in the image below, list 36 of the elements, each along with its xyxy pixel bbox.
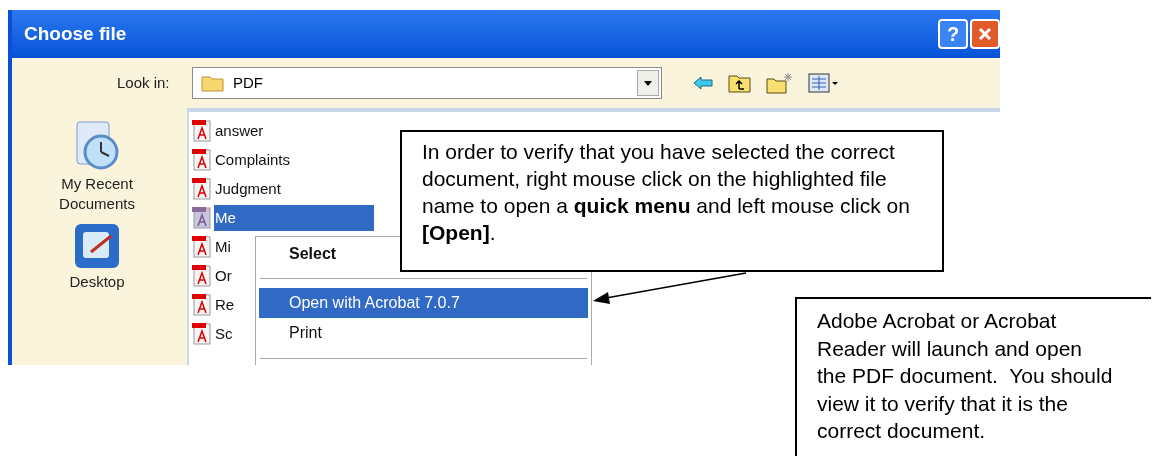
help-button[interactable]: ? xyxy=(938,19,968,49)
callout-text: In order to verify that you have selected the correct document, right mouse click on the highlighted file name to open a quick menu and left mouse click on [Open]. xyxy=(422,139,911,246)
pdf-file-icon xyxy=(191,147,213,172)
folder-icon xyxy=(201,74,225,92)
new-folder-icon[interactable] xyxy=(766,72,794,94)
pdf-file-icon xyxy=(191,234,213,259)
callout-text: Adobe Acrobat or Acrobat Reader will launch and open the PDF document. You should view it to verify that it is the correct document. xyxy=(817,308,1114,444)
places-bar-item[interactable]: My Recent Documents xyxy=(52,118,142,214)
window-title: Choose file xyxy=(24,21,127,46)
pdf-file-icon xyxy=(191,118,213,143)
file-item[interactable]: Judgment xyxy=(214,175,282,202)
file-item[interactable]: Sc xyxy=(214,320,234,347)
look-in-dropdown[interactable]: PDF xyxy=(192,67,662,99)
file-item[interactable]: answer xyxy=(214,117,265,144)
file-item[interactable]: Re xyxy=(214,291,236,318)
look-in-value: PDF xyxy=(233,72,264,93)
pdf-file-icon xyxy=(191,205,213,230)
back-arrow-icon[interactable] xyxy=(692,75,714,91)
close-icon xyxy=(978,27,992,41)
places-bar-item[interactable]: Desktop xyxy=(52,220,142,292)
look-in-label: Look in: xyxy=(117,72,171,93)
pdf-file-icon xyxy=(191,321,213,346)
pdf-file-icon xyxy=(191,176,213,201)
menu-item[interactable]: Open with Acrobat 7.0.7 xyxy=(259,288,588,318)
file-item[interactable]: Me xyxy=(214,204,374,231)
close-button[interactable] xyxy=(970,19,1000,49)
pdf-file-icon xyxy=(191,292,213,317)
views-menu-icon[interactable] xyxy=(808,73,840,93)
file-item[interactable]: Or xyxy=(214,262,233,289)
file-item[interactable]: Complaints xyxy=(214,146,292,173)
file-item[interactable]: Mi xyxy=(214,233,232,260)
dropdown-caret-icon[interactable] xyxy=(637,70,659,96)
menu-item[interactable]: Print xyxy=(259,318,588,348)
up-folder-icon[interactable] xyxy=(728,73,752,93)
pdf-file-icon xyxy=(191,263,213,288)
menu-item[interactable]: Select xyxy=(259,239,397,269)
